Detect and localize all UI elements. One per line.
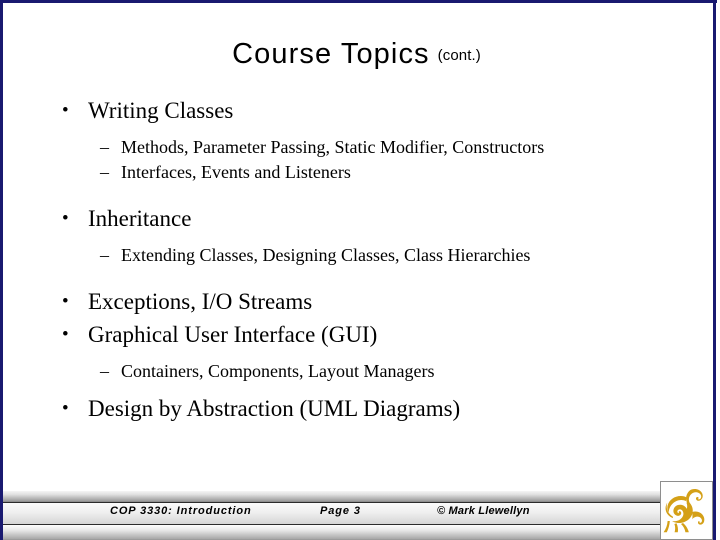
bullet-text: Exceptions, I/O Streams xyxy=(88,289,313,314)
bullet-marker-dot: • xyxy=(62,398,69,419)
bullet-marker-dot: • xyxy=(62,291,69,312)
footer-band-upper xyxy=(3,491,713,503)
bullet-item-level2: – Extending Classes, Designing Classes, … xyxy=(55,244,655,267)
bullet-text: Inheritance xyxy=(88,206,192,231)
bullet-marker-dash: – xyxy=(100,361,109,381)
slide-title-suffix: (cont.) xyxy=(437,47,481,64)
ucf-pegasus-logo xyxy=(660,481,713,540)
bullet-item-level1: • Graphical User Interface (GUI) xyxy=(55,320,655,349)
slide-canvas: Course Topics (cont.) • Writing Classes –… xyxy=(0,0,720,540)
slide-title: Course Topics (cont.) xyxy=(0,38,713,71)
slide-body-outline: • Writing Classes – Methods, Parameter P… xyxy=(55,96,655,423)
bullet-text: Containers, Components, Layout Managers xyxy=(121,361,435,381)
bullet-item-level1: • Exceptions, I/O Streams xyxy=(55,287,655,316)
bullet-marker-dot: • xyxy=(62,208,69,229)
bullet-item-level1: • Inheritance xyxy=(55,204,655,233)
bullet-marker-dot: • xyxy=(62,100,69,121)
slide-frame-left-edge xyxy=(0,0,3,540)
footer-band-lower xyxy=(3,525,713,540)
footer-page-number: Page 3 xyxy=(320,505,361,517)
bullet-text: Design by Abstraction (UML Diagrams) xyxy=(88,396,461,421)
slide-frame-top-edge xyxy=(0,0,717,3)
bullet-item-level2: – Methods, Parameter Passing, Static Mod… xyxy=(55,136,655,159)
slide-title-main: Course Topics xyxy=(232,38,430,70)
bullet-item-level2: – Containers, Components, Layout Manager… xyxy=(55,360,655,383)
bullet-text: Extending Classes, Designing Classes, Cl… xyxy=(121,245,531,265)
bullet-text: Graphical User Interface (GUI) xyxy=(88,322,378,347)
bullet-marker-dash: – xyxy=(100,137,109,157)
bullet-item-level1: • Design by Abstraction (UML Diagrams) xyxy=(55,394,655,423)
bullet-item-level2: – Interfaces, Events and Listeners xyxy=(55,161,655,184)
footer-copyright-label: © Mark Llewellyn xyxy=(437,505,530,517)
bullet-item-level1: • Writing Classes xyxy=(55,96,655,125)
bullet-text: Methods, Parameter Passing, Static Modif… xyxy=(121,137,545,157)
bullet-marker-dash: – xyxy=(100,245,109,265)
pegasus-icon xyxy=(663,488,705,533)
footer-course-label: COP 3330: Introduction xyxy=(110,505,252,517)
bullet-marker-dot: • xyxy=(62,324,69,345)
bullet-text: Writing Classes xyxy=(88,98,234,123)
slide-frame-right-edge xyxy=(713,0,716,540)
bullet-text: Interfaces, Events and Listeners xyxy=(121,162,351,182)
bullet-marker-dash: – xyxy=(100,162,109,182)
